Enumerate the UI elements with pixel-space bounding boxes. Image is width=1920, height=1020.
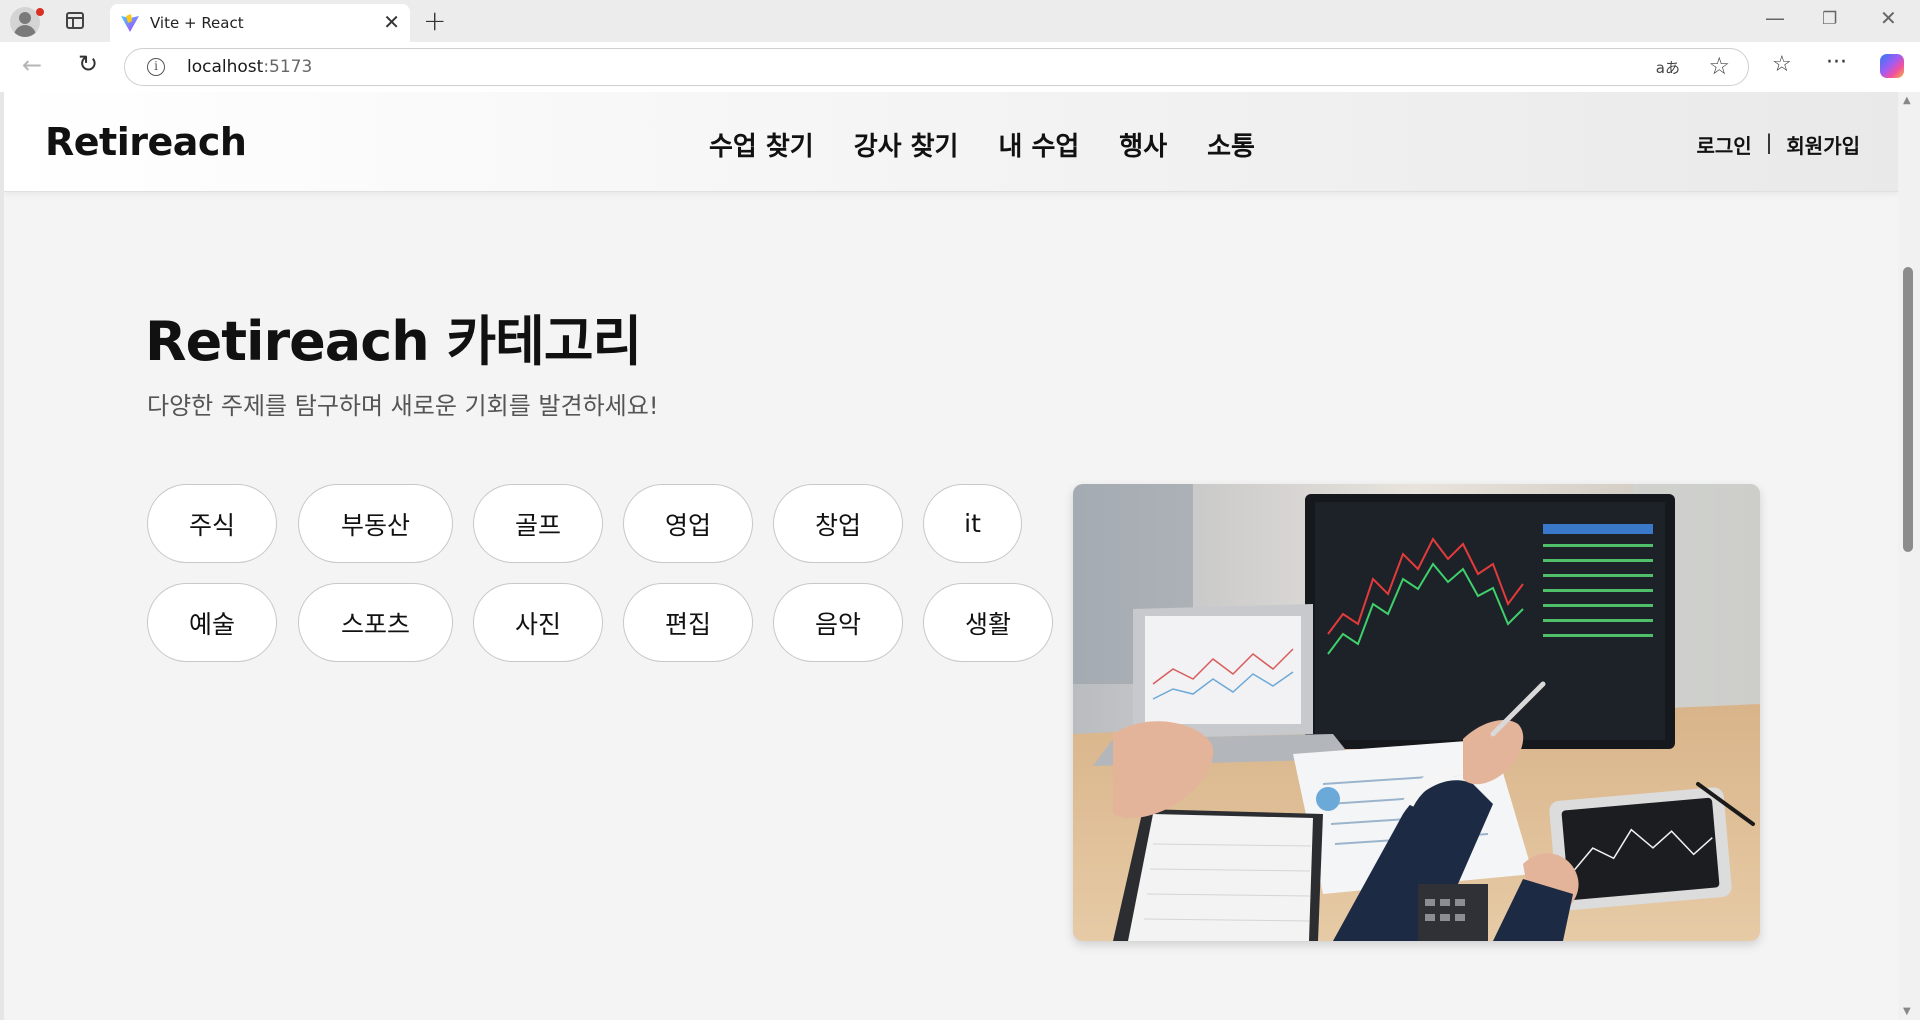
- notification-dot: [36, 8, 44, 16]
- url-text: localhost:5173: [187, 57, 313, 77]
- tabs-icon[interactable]: [66, 12, 84, 29]
- star-icon[interactable]: ☆: [1708, 52, 1730, 80]
- category-chip[interactable]: 사진: [473, 583, 603, 662]
- category-chip[interactable]: 창업: [773, 484, 903, 563]
- category-chip[interactable]: 생활: [923, 583, 1053, 662]
- login-link[interactable]: 로그인: [1696, 130, 1751, 159]
- read-aloud-icon[interactable]: aあ: [1656, 57, 1680, 78]
- hero-image: [1073, 484, 1760, 941]
- back-icon[interactable]: ←: [22, 51, 42, 79]
- minimize-icon[interactable]: —: [1765, 6, 1785, 30]
- signup-link[interactable]: 회원가입: [1786, 130, 1860, 159]
- more-icon[interactable]: ···: [1826, 50, 1847, 75]
- nav-events[interactable]: 행사: [1119, 126, 1167, 163]
- category-chip[interactable]: 편집: [623, 583, 753, 662]
- category-chip[interactable]: it: [923, 484, 1022, 563]
- page-viewport: Retireach 수업 찾기 강사 찾기 내 수업 행사 소통 로그인 | 회…: [0, 92, 1898, 1020]
- page-title: Retireach 카테고리: [145, 310, 642, 373]
- category-chip[interactable]: 골프: [473, 484, 603, 563]
- close-icon[interactable]: ✕: [383, 10, 400, 34]
- main-nav: 수업 찾기 강사 찾기 내 수업 행사 소통: [709, 126, 1255, 163]
- category-chip[interactable]: 영업: [623, 484, 753, 563]
- auth-links: 로그인 | 회원가입: [1696, 130, 1860, 159]
- copilot-icon[interactable]: [1880, 54, 1904, 78]
- scroll-up-icon[interactable]: ▲: [1903, 95, 1911, 106]
- vite-icon: [121, 14, 139, 32]
- category-chip[interactable]: 주식: [147, 484, 277, 563]
- category-chip[interactable]: 부동산: [298, 484, 453, 563]
- site-logo[interactable]: Retireach: [45, 120, 247, 164]
- category-chip[interactable]: 음악: [773, 583, 903, 662]
- trading-desk-illustration: [1073, 484, 1760, 941]
- site-header: Retireach 수업 찾기 강사 찾기 내 수업 행사 소통 로그인 | 회…: [4, 92, 1898, 192]
- page-subtitle: 다양한 주제를 탐구하며 새로운 기회를 발견하세요!: [147, 392, 659, 420]
- url-field[interactable]: i localhost:5173 aあ ☆: [124, 48, 1749, 86]
- tab-title: Vite + React: [150, 14, 244, 32]
- nav-my-class[interactable]: 내 수업: [998, 126, 1079, 163]
- nav-find-instructor[interactable]: 강사 찾기: [854, 126, 959, 163]
- address-toolbar: ← ↻ i localhost:5173 aあ ☆: [0, 42, 1920, 92]
- reload-icon[interactable]: ↻: [78, 50, 98, 78]
- browser-tab[interactable]: Vite + React ✕: [110, 4, 410, 42]
- nav-find-class[interactable]: 수업 찾기: [709, 126, 814, 163]
- scroll-down-icon[interactable]: ▼: [1903, 1006, 1911, 1017]
- browser-tabbar: Vite + React ✕ + — ❐ ✕: [0, 0, 1920, 42]
- category-chip[interactable]: 스포츠: [298, 583, 453, 662]
- scrollbar-thumb[interactable]: [1903, 267, 1913, 552]
- plus-icon[interactable]: +: [423, 4, 446, 37]
- info-icon[interactable]: i: [147, 58, 165, 76]
- page-scrollbar[interactable]: ▲ ▼: [1898, 92, 1920, 1020]
- category-chip[interactable]: 예술: [147, 583, 277, 662]
- auth-separator: |: [1765, 130, 1773, 154]
- window-close-icon[interactable]: ✕: [1880, 6, 1897, 30]
- favorites-icon[interactable]: ☆: [1772, 52, 1792, 77]
- nav-community[interactable]: 소통: [1207, 126, 1255, 163]
- restore-icon[interactable]: ❐: [1822, 9, 1837, 29]
